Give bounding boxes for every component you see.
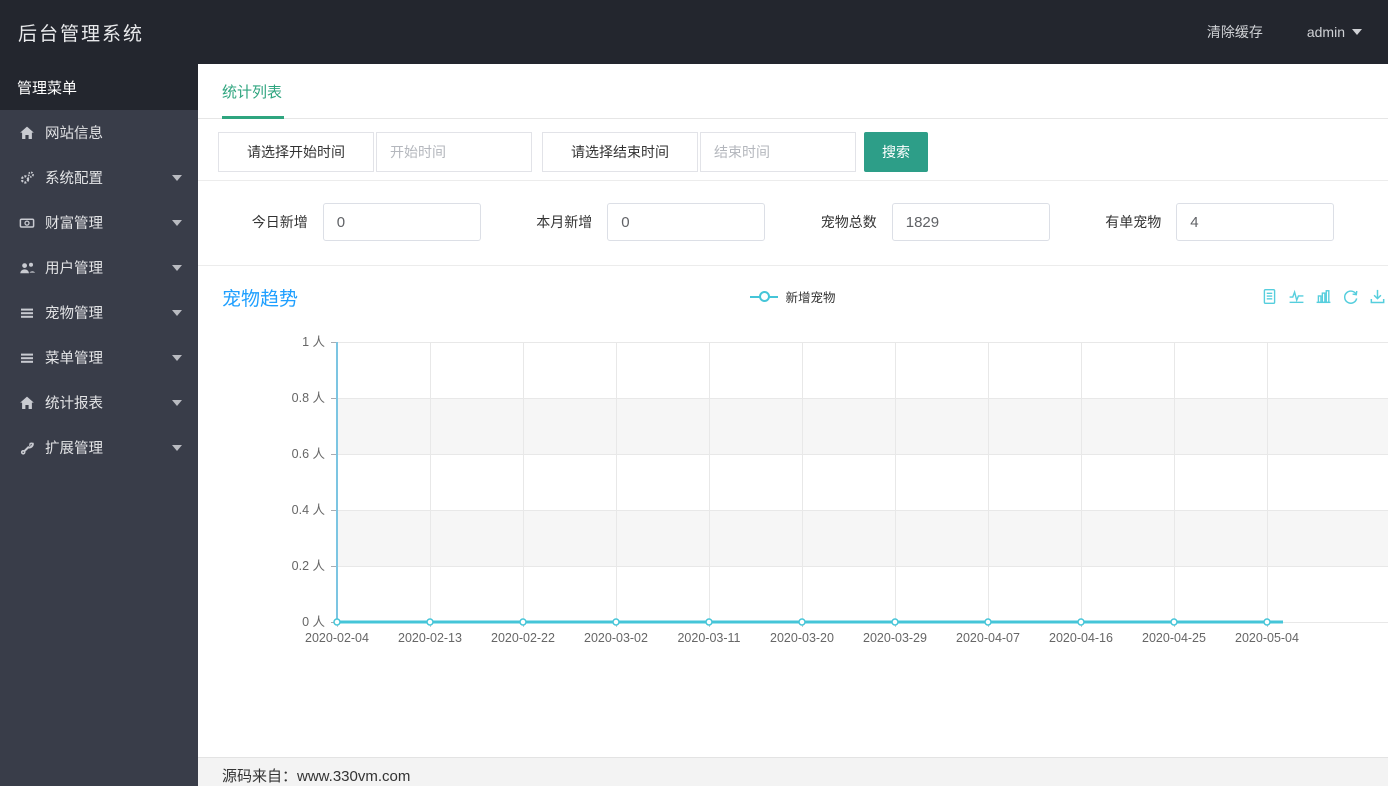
stat-month-new: 本月新增 <box>509 203 794 241</box>
footer-text: 源码来自：www.330vm.com <box>222 768 411 785</box>
y-axis-label: 0.4 人 <box>291 503 325 517</box>
sidebar-item-label: 扩展管理 <box>45 441 103 457</box>
chevron-down-icon <box>172 354 182 361</box>
stat-today-new: 今日新增 <box>224 203 509 241</box>
stat-today-new-input[interactable] <box>322 203 481 241</box>
stat-pets-with-orders: 有单宠物 <box>1078 203 1363 241</box>
x-axis-label: 2020-03-29 <box>863 631 927 645</box>
tab-bar: 统计列表 <box>198 64 1388 119</box>
stat-pet-total: 宠物总数 <box>793 203 1078 241</box>
list-icon <box>18 350 36 366</box>
sidebar-item-menus[interactable]: 菜单管理 <box>0 335 198 380</box>
stat-label: 今日新增 <box>251 214 308 230</box>
sidebar-item-pets[interactable]: 宠物管理 <box>0 290 198 335</box>
chevron-down-icon <box>172 309 182 316</box>
y-axis-label: 0.6 人 <box>291 447 325 461</box>
restore-icon[interactable] <box>1342 288 1359 305</box>
x-axis-label: 2020-03-11 <box>677 631 741 645</box>
tab-statistics[interactable]: 统计列表 <box>222 64 282 119</box>
x-axis-label: 2020-04-16 <box>1049 631 1113 645</box>
sidebar-item-wealth[interactable]: 财富管理 <box>0 200 198 245</box>
y-axis-label: 0.8 人 <box>291 391 325 405</box>
y-axis-label: 1 人 <box>302 335 325 349</box>
user-menu[interactable]: admin <box>1307 24 1362 40</box>
wrench-icon <box>18 440 36 456</box>
x-axis-label: 2020-04-07 <box>956 631 1020 645</box>
bar-chart-icon[interactable] <box>1315 288 1332 305</box>
stat-label: 有单宠物 <box>1105 214 1162 230</box>
chevron-down-icon <box>172 174 182 181</box>
x-axis-label: 2020-02-22 <box>491 631 555 645</box>
users-icon <box>18 260 36 276</box>
end-date-label-button[interactable]: 请选择结束时间 <box>542 132 698 172</box>
admin-app: 后台管理系统 清除缓存 admin 管理菜单 网站信息 系统配置 财富管理 用户… <box>0 0 1388 786</box>
money-icon <box>18 215 36 231</box>
stat-pet-total-input[interactable] <box>891 203 1050 241</box>
filter-row: 请选择开始时间 请选择结束时间 搜索 <box>198 119 1388 181</box>
sidebar-item-system-config[interactable]: 系统配置 <box>0 155 198 200</box>
stat-month-new-input[interactable] <box>607 203 766 241</box>
sidebar-item-reports[interactable]: 统计报表 <box>0 380 198 425</box>
legend-item-new-pets[interactable]: 新增宠物 <box>198 287 1388 306</box>
start-date-input[interactable] <box>376 132 532 172</box>
clear-cache-button[interactable]: 清除缓存 <box>1207 22 1263 42</box>
stat-pets-with-orders-input[interactable] <box>1176 203 1335 241</box>
chevron-down-icon <box>172 219 182 226</box>
stat-label: 宠物总数 <box>820 214 877 230</box>
line-chart-icon[interactable] <box>1288 288 1305 305</box>
sidebar-item-label: 系统配置 <box>45 171 103 187</box>
stats-row: 今日新增 本月新增 宠物总数 有单宠物 <box>198 181 1388 266</box>
search-button[interactable]: 搜索 <box>864 132 928 172</box>
download-icon[interactable] <box>1369 288 1386 305</box>
user-name: admin <box>1306 24 1345 40</box>
tab-active-underline <box>222 116 284 119</box>
list-icon <box>18 305 36 321</box>
chart-plot: 1 人 0.8 人 0.6 人 0.4 人 0.2 人 0 人 2020-02-04 2020… <box>198 316 1388 650</box>
sidebar-item-label: 统计报表 <box>45 396 103 412</box>
y-axis-label: 0.2 人 <box>291 559 325 573</box>
x-axis-label: 2020-04-25 <box>1142 631 1206 645</box>
home-icon <box>18 125 36 141</box>
x-axis-label: 2020-02-13 <box>398 631 462 645</box>
chevron-down-icon <box>172 264 182 271</box>
x-axis-label: 2020-02-04 <box>305 631 369 645</box>
sidebar-item-users[interactable]: 用户管理 <box>0 245 198 290</box>
x-axis-label: 2020-03-20 <box>770 631 834 645</box>
legend-line-marker-icon <box>750 291 779 302</box>
topbar: 后台管理系统 清除缓存 admin <box>0 0 1388 64</box>
end-date-picker: 请选择结束时间 <box>542 132 856 172</box>
sidebar-item-site-info[interactable]: 网站信息 <box>0 110 198 155</box>
chevron-down-icon <box>1352 29 1362 35</box>
sidebar-header: 管理菜单 <box>0 64 198 110</box>
sidebar-item-label: 网站信息 <box>45 126 103 142</box>
gears-icon <box>18 170 36 186</box>
x-axis-label: 2020-03-02 <box>584 631 648 645</box>
end-date-input[interactable] <box>700 132 856 172</box>
main-content: 统计列表 请选择开始时间 请选择结束时间 搜索 今日新增 本月新增 <box>198 64 1388 786</box>
x-axis-label: 2020-05-04 <box>1235 631 1299 645</box>
sidebar-item-label: 用户管理 <box>45 261 103 277</box>
sidebar-item-extensions[interactable]: 扩展管理 <box>0 425 198 470</box>
start-date-picker: 请选择开始时间 <box>218 132 532 172</box>
chevron-down-icon <box>172 399 182 406</box>
chart-toolbar <box>1261 288 1386 305</box>
chevron-down-icon <box>172 444 182 451</box>
start-date-label-button[interactable]: 请选择开始时间 <box>218 132 374 172</box>
home-icon <box>18 395 36 411</box>
app-title: 后台管理系统 <box>18 23 145 45</box>
stat-label: 本月新增 <box>536 214 593 230</box>
footer: 源码来自：www.330vm.com <box>198 757 1388 786</box>
sidebar: 管理菜单 网站信息 系统配置 财富管理 用户管理 宠物管理 菜单管理 统计报表 … <box>0 64 198 786</box>
sidebar-item-label: 财富管理 <box>45 216 103 232</box>
legend-label: 新增宠物 <box>785 291 836 305</box>
y-axis-label: 0 人 <box>302 615 325 629</box>
sidebar-item-label: 宠物管理 <box>45 306 103 322</box>
sidebar-item-label: 菜单管理 <box>45 351 103 367</box>
data-view-icon[interactable] <box>1261 288 1278 305</box>
chart-header: 宠物趋势 新增宠物 <box>198 280 1388 316</box>
